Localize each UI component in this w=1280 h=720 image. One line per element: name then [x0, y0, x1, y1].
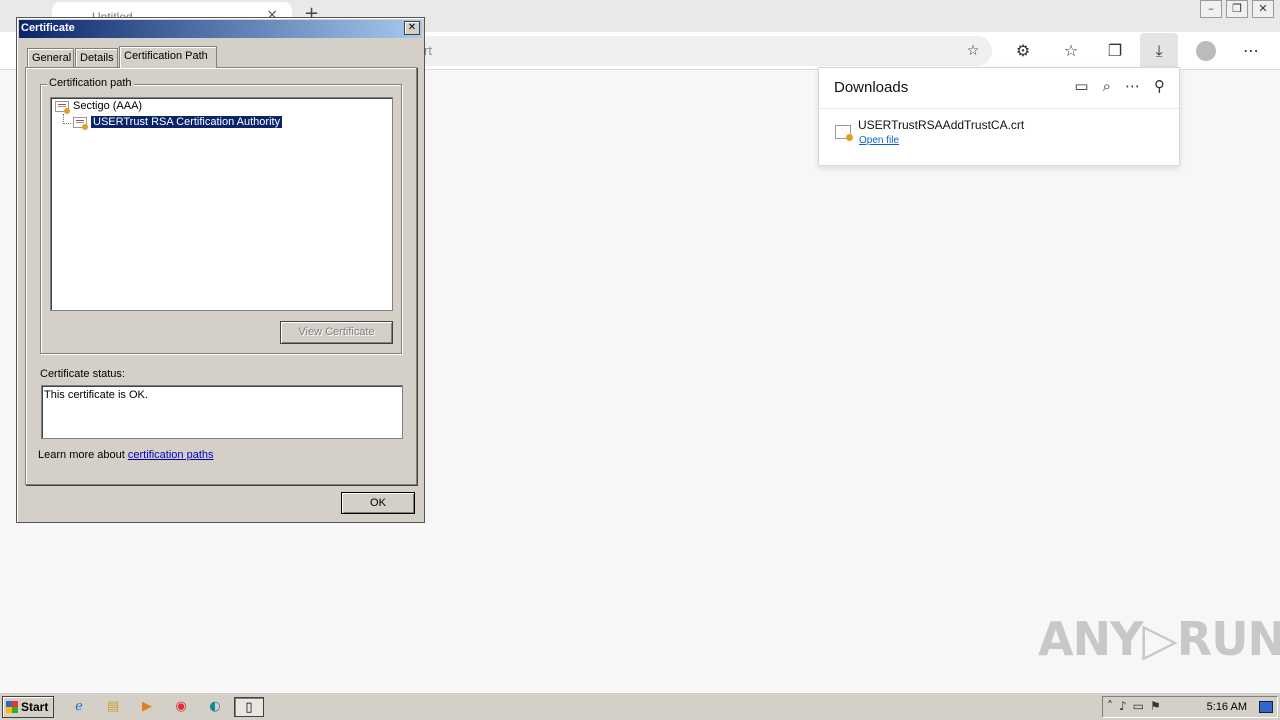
tree-item-root[interactable]: Sectigo (AAA)	[55, 100, 143, 114]
start-label: Start	[21, 700, 49, 714]
tree-item-label: Sectigo (AAA)	[73, 100, 143, 112]
pin-icon[interactable]: ⚲	[1154, 77, 1165, 95]
extensions-icon[interactable]: ⚙	[1010, 38, 1036, 64]
close-icon[interactable]: ✕	[404, 21, 420, 35]
taskbar: Start ℯ ▤ ▶ ◉ ◐ ▯ ˄♪▭⚑ 5:16 AM	[0, 692, 1280, 720]
certificate-window-task-icon[interactable]: ▯	[234, 697, 264, 717]
ok-button[interactable]: OK	[341, 492, 415, 514]
certificate-tree[interactable]: Sectigo (AAA) USERTrust RSA Certificatio…	[50, 97, 393, 311]
dialog-titlebar[interactable]: Certificate ✕	[19, 20, 422, 38]
chrome-icon[interactable]: ◉	[170, 697, 192, 717]
certification-path-group: Certification path Sectigo (AAA) USERTru…	[40, 77, 402, 354]
tree-item-child[interactable]: USERTrust RSA Certification Authority	[73, 115, 284, 130]
tab-certification-path[interactable]: Certification Path	[119, 46, 217, 68]
windows-logo-icon	[6, 701, 18, 713]
collections-icon[interactable]: ❐	[1102, 38, 1128, 64]
minimize-button[interactable]: –	[1200, 0, 1222, 18]
downloads-actions: ▭ ⌕ ⋯ ⚲	[1074, 77, 1165, 95]
tray-icons[interactable]: ˄♪▭⚑	[1107, 699, 1167, 713]
certificate-status-label: Certificate status:	[40, 368, 125, 380]
tree-item-label-selected: USERTrust RSA Certification Authority	[89, 115, 284, 129]
certificate-dialog: Certificate ✕ General Details Certificat…	[16, 17, 425, 523]
more-icon[interactable]: ⋯	[1125, 77, 1140, 95]
certificate-icon	[73, 116, 88, 130]
certificate-status-box: This certificate is OK.	[41, 385, 403, 439]
certificate-file-icon	[835, 125, 853, 141]
learn-more-text: Learn more about	[38, 449, 128, 461]
tree-connector	[63, 114, 71, 124]
downloads-icon[interactable]: ⤓	[1140, 33, 1178, 69]
file-explorer-icon[interactable]: ▤	[102, 697, 124, 717]
restore-button[interactable]: ❐	[1226, 0, 1248, 18]
anyrun-watermark: ANY▷RUN	[1038, 612, 1280, 666]
search-icon[interactable]: ⌕	[1103, 77, 1111, 95]
media-player-icon[interactable]: ▶	[136, 697, 158, 717]
tab-general[interactable]: General	[27, 48, 74, 67]
certificate-status-text: This certificate is OK.	[44, 389, 148, 401]
view-certificate-button[interactable]: View Certificate	[280, 321, 393, 344]
open-folder-icon[interactable]: ▭	[1074, 77, 1088, 95]
internet-explorer-icon[interactable]: ℯ	[68, 697, 90, 717]
divider	[819, 108, 1179, 109]
system-tray: ˄♪▭⚑ 5:16 AM	[1102, 696, 1278, 718]
downloads-title: Downloads	[834, 79, 909, 96]
window-controls: – ❐ ✕	[1200, 0, 1274, 18]
profile-avatar[interactable]	[1196, 41, 1216, 61]
download-file-name[interactable]: USERTrustRSAAddTrustCA.crt	[858, 118, 1024, 132]
certification-path-panel: Certification path Sectigo (AAA) USERTru…	[25, 67, 417, 485]
clock[interactable]: 5:16 AM	[1207, 701, 1247, 713]
certificate-icon	[55, 100, 70, 114]
address-bar[interactable]: rt ☆	[360, 36, 992, 66]
certification-paths-link[interactable]: certification paths	[128, 449, 214, 461]
edge-icon[interactable]: ◐	[204, 697, 226, 717]
downloads-panel: Downloads ▭ ⌕ ⋯ ⚲ USERTrustRSAAddTrustCA…	[818, 67, 1180, 166]
add-favorite-icon[interactable]: ☆	[960, 38, 986, 64]
open-file-link[interactable]: Open file	[859, 135, 899, 146]
tab-details[interactable]: Details	[75, 48, 118, 67]
show-desktop-icon[interactable]	[1259, 701, 1273, 713]
group-label: Certification path	[47, 77, 134, 89]
favorites-icon[interactable]: ☆	[1058, 38, 1084, 64]
close-window-button[interactable]: ✕	[1252, 0, 1274, 18]
learn-more: Learn more about certification paths	[38, 449, 214, 461]
dialog-title: Certificate	[21, 22, 75, 34]
more-options-icon[interactable]: ⋯	[1238, 38, 1264, 64]
address-text: rt	[424, 43, 432, 58]
start-button[interactable]: Start	[2, 696, 54, 718]
